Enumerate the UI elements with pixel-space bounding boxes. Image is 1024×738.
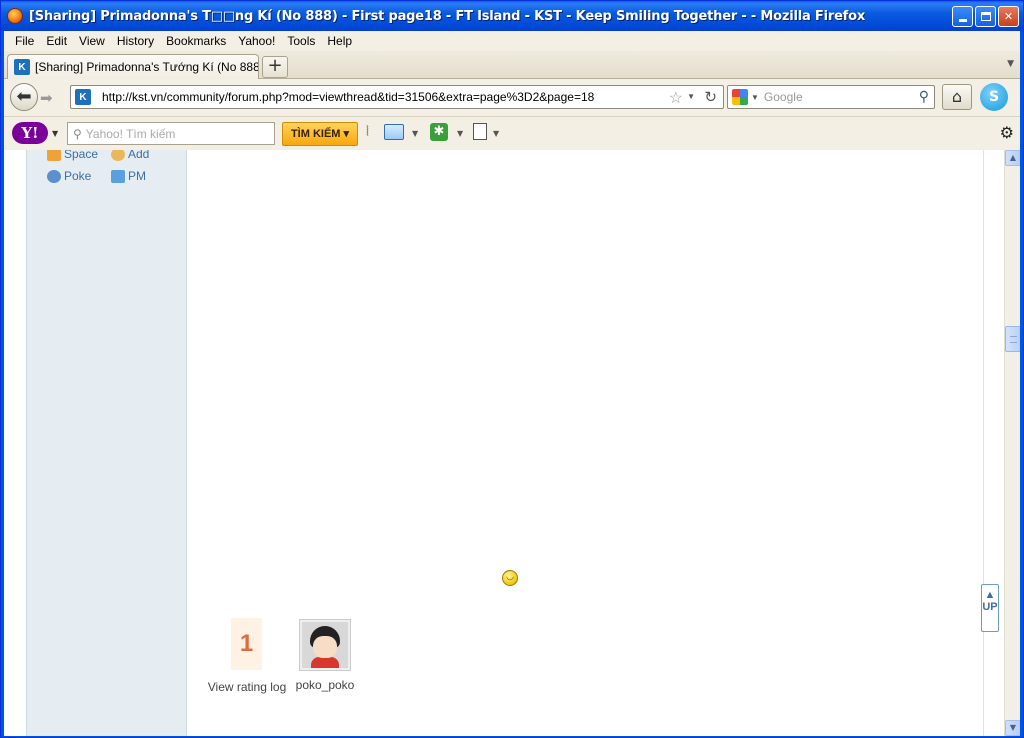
search-bar[interactable]: ▼ Google ⚲ xyxy=(727,85,935,109)
firefox-icon xyxy=(7,8,23,24)
rater-avatar[interactable] xyxy=(299,619,351,671)
skype-button[interactable]: S xyxy=(980,83,1008,111)
up-arrow-icon: ▲ xyxy=(984,589,996,601)
new-tab-button[interactable]: + xyxy=(262,56,288,78)
search-placeholder: Google xyxy=(763,90,803,104)
space-link[interactable]: Space xyxy=(47,150,98,161)
page-content: Space Add Poke PM ◡ 1 View rating log po… xyxy=(4,150,1020,736)
tab-bar: K [Sharing] Primadonna's Tướng Kí (No 88… xyxy=(4,51,1020,79)
back-button[interactable]: ⬅ xyxy=(10,83,38,111)
home-icon xyxy=(47,150,61,161)
address-bar[interactable]: K http://kst.vn/community/forum.php?mod=… xyxy=(70,85,724,109)
minimize-button[interactable] xyxy=(952,6,973,27)
close-icon: ✕ xyxy=(1003,10,1014,23)
rating-count-badge[interactable]: 1 xyxy=(231,618,262,670)
browser-window: [Sharing] Primadonna's T□□ng Kí (No 888)… xyxy=(0,0,1024,738)
window-title: [Sharing] Primadonna's T□□ng Kí (No 888)… xyxy=(29,8,866,24)
tab-active[interactable]: K [Sharing] Primadonna's Tướng Kí (No 88… xyxy=(7,54,259,79)
maximize-button[interactable] xyxy=(975,6,996,27)
close-button[interactable]: ✕ xyxy=(998,6,1019,27)
avatar-image xyxy=(302,622,348,668)
rater-username[interactable]: poko_poko xyxy=(292,678,358,692)
document-chevron-down-icon[interactable]: ▼ xyxy=(493,129,499,138)
magnifier-icon[interactable]: ⚲ xyxy=(919,88,929,105)
poke-link[interactable]: Poke xyxy=(47,169,91,183)
menu-tools[interactable]: Tools xyxy=(281,34,321,48)
yahoo-search-button-label: TÌM KIẾM xyxy=(290,128,341,140)
green-app-icon[interactable]: ✱ xyxy=(430,123,448,141)
tab-label: [Sharing] Primadonna's Tướng Kí (No 888)… xyxy=(35,60,258,74)
post-body: ◡ 1 View rating log poko_poko xyxy=(188,150,984,736)
yahoo-menu-chevron-down-icon[interactable]: ▼ xyxy=(52,129,58,138)
url-history-chevron-down-icon[interactable]: ▼ xyxy=(687,92,695,101)
view-rating-log-link[interactable]: View rating log xyxy=(206,678,288,696)
url-text: http://kst.vn/community/forum.php?mod=vi… xyxy=(102,90,595,104)
menu-bar: File Edit View History Bookmarks Yahoo! … xyxy=(4,31,1020,51)
home-icon: ⌂ xyxy=(951,87,963,106)
skype-icon: S xyxy=(988,89,1000,105)
yahoo-search-button[interactable]: TÌM KIẾM ▾ xyxy=(282,122,358,146)
menu-file[interactable]: File xyxy=(9,34,40,48)
yahoo-toolbar: Y! ▼ ⚲ Yahoo! Tìm kiếm TÌM KIẾM ▾ ⦚ ▼ ✱ … xyxy=(4,116,1020,150)
navigation-toolbar: ⬅ ➡ K http://kst.vn/community/forum.php?… xyxy=(4,79,1020,116)
search-engine-chevron-down-icon[interactable]: ▼ xyxy=(751,93,759,102)
envelope-icon xyxy=(111,169,125,183)
scroll-grip xyxy=(1010,336,1017,343)
pm-link-label: PM xyxy=(128,169,146,183)
reload-icon[interactable]: ↻ xyxy=(704,88,717,106)
back-to-top-button[interactable]: ▲ UP xyxy=(981,584,999,632)
menu-bookmarks[interactable]: Bookmarks xyxy=(160,34,232,48)
scroll-down-button[interactable]: ▼ xyxy=(1005,720,1020,736)
vertical-scrollbar[interactable]: ▲ ▼ xyxy=(1004,150,1020,736)
tab-list-chevron-down-icon[interactable]: ▼ xyxy=(1007,59,1014,69)
scroll-thumb[interactable] xyxy=(1005,326,1020,352)
up-label: UP xyxy=(982,601,998,613)
add-friend-link[interactable]: Add xyxy=(111,150,149,161)
toolbar-separator-icon: ⦚ xyxy=(366,124,369,140)
yahoo-search-input[interactable]: ⚲ Yahoo! Tìm kiếm xyxy=(67,122,275,145)
menu-history[interactable]: History xyxy=(111,34,160,48)
search-icon: ⚲ xyxy=(73,126,82,141)
title-bar: [Sharing] Primadonna's T□□ng Kí (No 888)… xyxy=(1,1,1023,31)
menu-help[interactable]: Help xyxy=(321,34,358,48)
back-arrow-icon: ⬅ xyxy=(16,86,32,107)
site-identity-icon: K xyxy=(75,89,91,105)
bookmark-star-icon[interactable]: ☆ xyxy=(669,88,683,108)
yahoo-search-placeholder: Yahoo! Tìm kiếm xyxy=(85,126,176,141)
poke-icon xyxy=(47,169,61,183)
menu-yahoo[interactable]: Yahoo! xyxy=(232,34,281,48)
google-engine-icon[interactable] xyxy=(732,89,748,105)
smiley-icon: ◡ xyxy=(502,570,518,586)
app-chevron-down-icon[interactable]: ▼ xyxy=(457,129,463,138)
site-favicon-icon: K xyxy=(14,59,30,75)
menu-edit[interactable]: Edit xyxy=(40,34,73,48)
menu-view[interactable]: View xyxy=(73,34,111,48)
scroll-up-button[interactable]: ▲ xyxy=(1005,150,1020,166)
forward-arrow-icon: ➡ xyxy=(40,89,53,107)
yahoo-logo-icon[interactable]: Y! xyxy=(12,122,48,144)
page-margin xyxy=(4,150,26,736)
minimize-icon xyxy=(958,19,967,22)
forward-button[interactable]: ➡ xyxy=(40,89,53,107)
browser-chrome: File Edit View History Bookmarks Yahoo! … xyxy=(4,31,1020,150)
poke-link-label: Poke xyxy=(64,169,92,183)
document-icon[interactable] xyxy=(473,123,487,140)
post-author-sidebar: Space Add Poke PM xyxy=(26,150,187,736)
gear-icon[interactable]: ⚙ xyxy=(1000,123,1014,142)
add-friend-icon xyxy=(111,150,125,161)
plus-icon: + xyxy=(267,55,283,76)
add-link-label: Add xyxy=(128,150,150,161)
pm-link[interactable]: PM xyxy=(111,169,146,183)
home-button[interactable]: ⌂ xyxy=(942,84,972,110)
maximize-icon xyxy=(980,12,991,21)
mail-icon[interactable] xyxy=(384,124,404,140)
mail-chevron-down-icon[interactable]: ▼ xyxy=(412,129,418,138)
space-link-label: Space xyxy=(64,150,99,161)
